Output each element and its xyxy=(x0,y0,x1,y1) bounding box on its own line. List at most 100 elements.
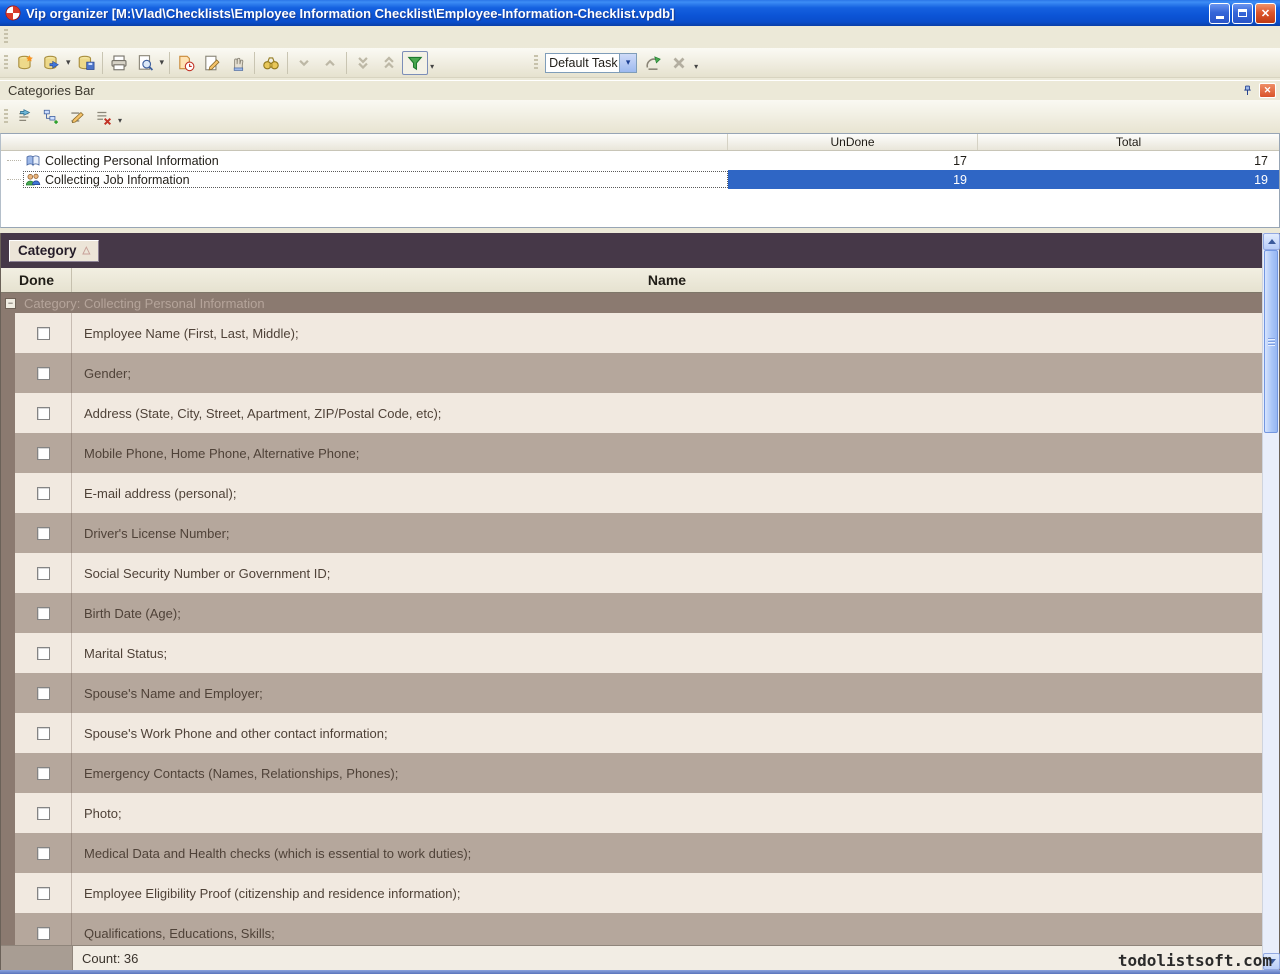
task-row[interactable]: Marital Status; xyxy=(1,633,1262,673)
categories-bar-close-icon[interactable]: ✕ xyxy=(1259,83,1276,98)
task-row[interactable]: Spouse's Name and Employer; xyxy=(1,673,1262,713)
open-database-dropdown-icon[interactable]: ▾ xyxy=(64,58,73,67)
task-row[interactable]: Social Security Number or Government ID; xyxy=(1,553,1262,593)
task-row[interactable]: Photo; xyxy=(1,793,1262,833)
view-toolbar-grip[interactable] xyxy=(534,55,538,71)
task-row[interactable]: Emergency Contacts (Names, Relationships… xyxy=(1,753,1262,793)
task-row[interactable]: Address (State, City, Street, Apartment,… xyxy=(1,393,1262,433)
task-name[interactable]: Photo; xyxy=(72,793,1262,833)
total-column-header[interactable]: Total xyxy=(978,134,1279,150)
edit-category-button[interactable] xyxy=(64,105,90,129)
task-view-dropdown-icon[interactable]: ▾ xyxy=(619,54,636,72)
task-row[interactable]: E-mail address (personal); xyxy=(1,473,1262,513)
print-preview-button[interactable] xyxy=(132,51,158,75)
save-database-button[interactable] xyxy=(73,51,99,75)
done-checkbox[interactable] xyxy=(37,687,50,700)
done-checkbox[interactable] xyxy=(37,927,50,940)
categories-toolbar-grip[interactable] xyxy=(4,109,8,125)
edit-task-button[interactable] xyxy=(199,51,225,75)
group-by-category-button[interactable]: Category △ xyxy=(9,240,99,262)
task-name[interactable]: Spouse's Name and Employer; xyxy=(72,673,1262,713)
done-checkbox[interactable] xyxy=(37,407,50,420)
task-name[interactable]: Employee Name (First, Last, Middle); xyxy=(72,313,1262,353)
task-name[interactable]: Medical Data and Health checks (which is… xyxy=(72,833,1262,873)
scroll-up-icon[interactable] xyxy=(1263,233,1280,250)
task-row[interactable]: Gender; xyxy=(1,353,1262,393)
find-button[interactable] xyxy=(258,51,284,75)
done-checkbox[interactable] xyxy=(37,887,50,900)
new-database-button[interactable] xyxy=(12,51,38,75)
task-name[interactable]: Spouse's Work Phone and other contact in… xyxy=(72,713,1262,753)
vertical-scrollbar[interactable] xyxy=(1262,233,1279,970)
menu-item[interactable] xyxy=(12,28,30,47)
category-name[interactable]: Collecting Job Information xyxy=(45,173,190,187)
category-row[interactable]: Collecting Job Information 19 19 xyxy=(1,170,1279,189)
task-row[interactable]: Driver's License Number; xyxy=(1,513,1262,553)
task-name[interactable]: Marital Status; xyxy=(72,633,1262,673)
task-name[interactable]: Gender; xyxy=(72,353,1262,393)
done-checkbox[interactable] xyxy=(37,527,50,540)
done-checkbox[interactable] xyxy=(37,567,50,580)
collapse-group-icon[interactable]: − xyxy=(5,298,16,309)
save-view-button[interactable] xyxy=(640,51,666,75)
menu-item[interactable] xyxy=(102,28,120,47)
view-toolbar-options-icon[interactable]: ▾ xyxy=(692,63,700,71)
done-column-header[interactable]: Done xyxy=(1,268,72,292)
add-category-button[interactable] xyxy=(12,105,38,129)
task-row[interactable]: Birth Date (Age); xyxy=(1,593,1262,633)
menubar-grip[interactable] xyxy=(4,29,8,45)
task-name[interactable]: Emergency Contacts (Names, Relationships… xyxy=(72,753,1262,793)
categories-toolbar-options-icon[interactable]: ▾ xyxy=(116,117,124,125)
task-row[interactable]: Spouse's Work Phone and other contact in… xyxy=(1,713,1262,753)
menu-item[interactable] xyxy=(84,28,102,47)
minimize-button[interactable] xyxy=(1209,3,1230,24)
filter-button[interactable] xyxy=(402,51,428,75)
done-checkbox[interactable] xyxy=(37,727,50,740)
menu-item[interactable] xyxy=(48,28,66,47)
task-row[interactable]: Qualifications, Educations, Skills; xyxy=(1,913,1262,945)
done-checkbox[interactable] xyxy=(37,767,50,780)
task-name[interactable]: Employee Eligibility Proof (citizenship … xyxy=(72,873,1262,913)
scrollbar-thumb[interactable] xyxy=(1264,250,1278,433)
menu-item[interactable] xyxy=(66,28,84,47)
done-checkbox[interactable] xyxy=(37,367,50,380)
task-name[interactable]: Mobile Phone, Home Phone, Alternative Ph… xyxy=(72,433,1262,473)
task-row[interactable]: Employee Name (First, Last, Middle); xyxy=(1,313,1262,353)
group-row[interactable]: − Category: Collecting Personal Informat… xyxy=(1,293,1262,313)
task-name[interactable]: Birth Date (Age); xyxy=(72,593,1262,633)
task-row[interactable]: Employee Eligibility Proof (citizenship … xyxy=(1,873,1262,913)
done-checkbox[interactable] xyxy=(37,647,50,660)
menu-item[interactable] xyxy=(30,28,48,47)
done-checkbox[interactable] xyxy=(37,807,50,820)
close-button[interactable]: ✕ xyxy=(1255,3,1276,24)
task-row[interactable]: Mobile Phone, Home Phone, Alternative Ph… xyxy=(1,433,1262,473)
category-name[interactable]: Collecting Personal Information xyxy=(45,154,219,168)
done-checkbox[interactable] xyxy=(37,447,50,460)
toolbar-grip[interactable] xyxy=(4,55,8,71)
restore-button[interactable] xyxy=(1232,3,1253,24)
new-task-button[interactable] xyxy=(173,51,199,75)
done-checkbox[interactable] xyxy=(37,847,50,860)
drag-task-button[interactable] xyxy=(225,51,251,75)
undone-column-header[interactable]: UnDone xyxy=(728,134,978,150)
pin-icon[interactable] xyxy=(1239,83,1256,98)
category-name-column-header[interactable] xyxy=(1,134,728,150)
task-name[interactable]: Qualifications, Educations, Skills; xyxy=(72,913,1262,945)
task-name[interactable]: Address (State, City, Street, Apartment,… xyxy=(72,393,1262,433)
task-row[interactable]: Medical Data and Health checks (which is… xyxy=(1,833,1262,873)
toolbar-options-icon[interactable]: ▾ xyxy=(428,63,436,71)
task-name[interactable]: Social Security Number or Government ID; xyxy=(72,553,1262,593)
done-checkbox[interactable] xyxy=(37,487,50,500)
delete-category-button[interactable] xyxy=(90,105,116,129)
task-view-combobox[interactable]: Default Task V ▾ xyxy=(545,53,637,73)
category-row[interactable]: Collecting Personal Information 17 17 xyxy=(1,151,1279,170)
print-preview-dropdown-icon[interactable]: ▾ xyxy=(158,58,167,67)
name-column-header[interactable]: Name xyxy=(72,272,1262,288)
done-checkbox[interactable] xyxy=(37,327,50,340)
task-name[interactable]: Driver's License Number; xyxy=(72,513,1262,553)
task-name[interactable]: E-mail address (personal); xyxy=(72,473,1262,513)
open-database-button[interactable] xyxy=(38,51,64,75)
add-subcategory-button[interactable] xyxy=(38,105,64,129)
print-button[interactable] xyxy=(106,51,132,75)
done-checkbox[interactable] xyxy=(37,607,50,620)
